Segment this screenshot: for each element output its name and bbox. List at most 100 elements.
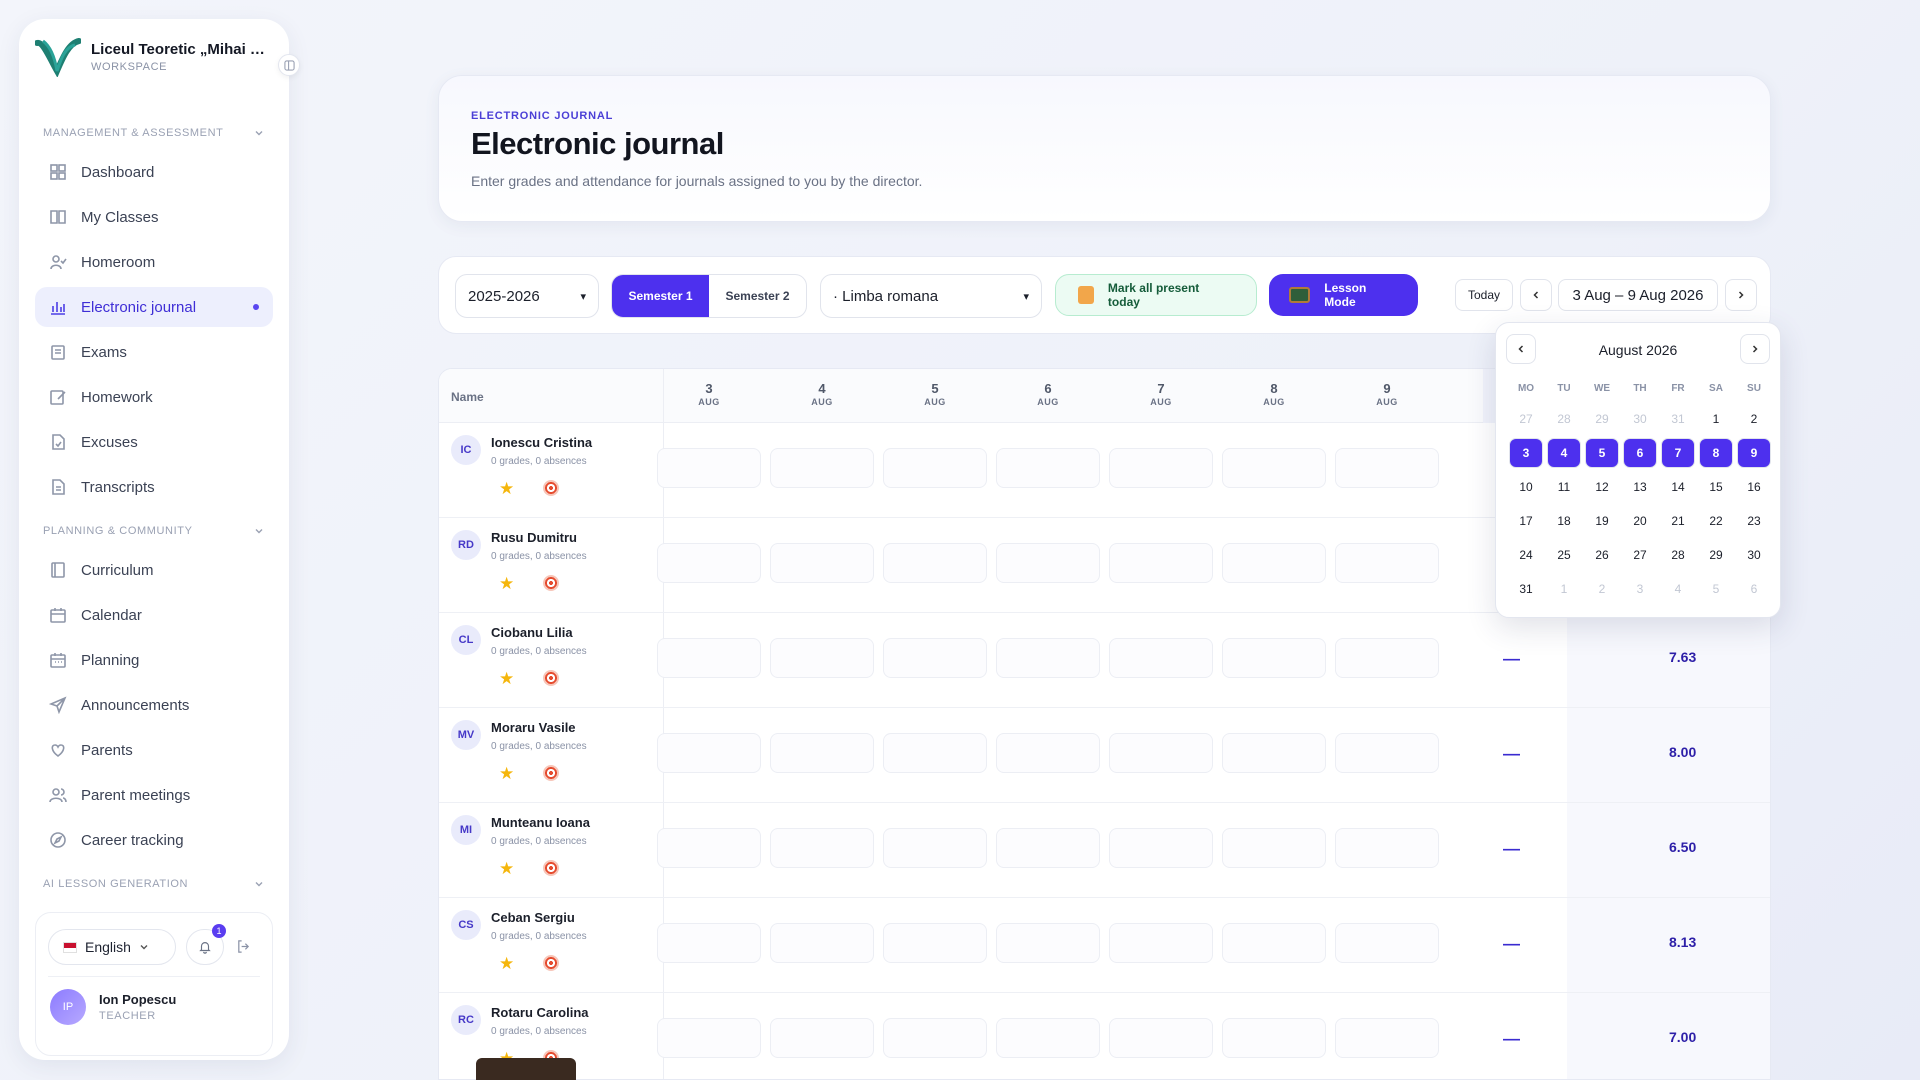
grade-cell[interactable] [1109, 448, 1213, 488]
calendar-day[interactable]: 29 [1585, 404, 1619, 434]
date-range-picker[interactable]: 3 Aug – 9 Aug 2026 [1558, 279, 1718, 311]
today-button[interactable]: Today [1455, 279, 1513, 311]
day-column-header[interactable]: 6 AUG [1028, 381, 1068, 407]
grade-cell[interactable] [770, 638, 874, 678]
grade-cell[interactable] [1109, 923, 1213, 963]
grade-cell[interactable] [996, 638, 1100, 678]
calendar-day[interactable]: 31 [1661, 404, 1695, 434]
grade-cell[interactable] [883, 1018, 987, 1058]
grade-cell[interactable] [1109, 543, 1213, 583]
calendar-day[interactable]: 10 [1509, 472, 1543, 502]
grade-cell[interactable] [657, 638, 761, 678]
day-column-header[interactable]: 5 AUG [915, 381, 955, 407]
sidebar-item-calendar[interactable]: Calendar [35, 595, 273, 635]
nav-section-header[interactable]: MANAGEMENT & ASSESSMENT [35, 114, 273, 152]
grade-cell[interactable] [1222, 638, 1326, 678]
grade-cell[interactable] [657, 733, 761, 773]
sidebar-item-transcripts[interactable]: Transcripts [35, 467, 273, 507]
sidebar-item-homeroom[interactable]: Homeroom [35, 242, 273, 282]
sidebar-item-career-tracking[interactable]: Career tracking [35, 820, 273, 860]
target-icon[interactable] [543, 765, 559, 781]
sidebar-item-parent-meetings[interactable]: Parent meetings [35, 775, 273, 815]
calendar-day[interactable]: 14 [1661, 472, 1695, 502]
grade-cell[interactable] [883, 638, 987, 678]
calendar-day[interactable]: 3 [1623, 574, 1657, 604]
calendar-day[interactable]: 19 [1585, 506, 1619, 536]
calendar-day[interactable]: 5 [1699, 574, 1733, 604]
grade-cell[interactable] [1109, 1018, 1213, 1058]
grade-cell[interactable] [770, 923, 874, 963]
calendar-day[interactable]: 30 [1623, 404, 1657, 434]
day-column-header[interactable]: 3 AUG [689, 381, 729, 407]
calendar-day[interactable]: 8 [1699, 438, 1733, 468]
grade-cell[interactable] [996, 733, 1100, 773]
calendar-day[interactable]: 21 [1661, 506, 1695, 536]
grade-cell[interactable] [657, 543, 761, 583]
grade-cell[interactable] [770, 828, 874, 868]
calendar-day[interactable]: 1 [1547, 574, 1581, 604]
calendar-day[interactable]: 5 [1585, 438, 1619, 468]
calendar-day[interactable]: 16 [1737, 472, 1771, 502]
grade-cell[interactable] [1222, 1018, 1326, 1058]
target-icon[interactable] [543, 575, 559, 591]
grade-cell[interactable] [1335, 638, 1439, 678]
calendar-day[interactable]: 6 [1737, 574, 1771, 604]
day-column-header[interactable]: 7 AUG [1141, 381, 1181, 407]
subject-select[interactable]: · Limba romana ▾ [820, 274, 1042, 318]
star-icon[interactable]: ★ [499, 764, 514, 784]
calendar-day[interactable]: 11 [1547, 472, 1581, 502]
sidebar-item-electronic-journal[interactable]: Electronic journal [35, 287, 273, 327]
grade-cell[interactable] [1335, 1018, 1439, 1058]
sidebar-item-my-classes[interactable]: My Classes [35, 197, 273, 237]
target-icon[interactable] [543, 670, 559, 686]
calendar-day[interactable]: 22 [1699, 506, 1733, 536]
calendar-day[interactable]: 13 [1623, 472, 1657, 502]
sidebar-item-curriculum[interactable]: Curriculum [35, 550, 273, 590]
calendar-day[interactable]: 4 [1661, 574, 1695, 604]
calendar-day[interactable]: 4 [1547, 438, 1581, 468]
calendar-day[interactable]: 6 [1623, 438, 1657, 468]
sidebar-item-planning[interactable]: Planning [35, 640, 273, 680]
calendar-day[interactable]: 2 [1737, 404, 1771, 434]
grade-cell[interactable] [1335, 733, 1439, 773]
star-icon[interactable]: ★ [499, 859, 514, 879]
calendar-day[interactable]: 31 [1509, 574, 1543, 604]
calendar-day[interactable]: 17 [1509, 506, 1543, 536]
calendar-day[interactable]: 25 [1547, 540, 1581, 570]
grade-cell[interactable] [883, 543, 987, 583]
calendar-day[interactable]: 2 [1585, 574, 1619, 604]
star-icon[interactable]: ★ [499, 479, 514, 499]
grade-cell[interactable] [1335, 543, 1439, 583]
next-month-button[interactable] [1740, 334, 1770, 364]
grade-cell[interactable] [996, 828, 1100, 868]
calendar-day[interactable]: 7 [1661, 438, 1695, 468]
student-name[interactable]: Ciobanu Lilia [491, 625, 573, 640]
grade-cell[interactable] [883, 448, 987, 488]
calendar-day[interactable]: 28 [1661, 540, 1695, 570]
grade-cell[interactable] [1222, 733, 1326, 773]
grade-cell[interactable] [1222, 923, 1326, 963]
sidebar-item-excuses[interactable]: Excuses [35, 422, 273, 462]
notifications-button[interactable]: 1 [186, 924, 226, 965]
grade-cell[interactable] [770, 448, 874, 488]
workspace-header[interactable]: Liceul Teoretic „Mihai Emi... WORKSPACE [35, 37, 271, 77]
grade-cell[interactable] [1222, 828, 1326, 868]
student-name[interactable]: Ceban Sergiu [491, 910, 575, 925]
sidebar-item-parents[interactable]: Parents [35, 730, 273, 770]
star-icon[interactable]: ★ [499, 669, 514, 689]
lesson-mode-button[interactable]: Lesson Mode [1269, 274, 1418, 316]
calendar-day[interactable]: 27 [1509, 404, 1543, 434]
sidebar-item-dashboard[interactable]: Dashboard [35, 152, 273, 192]
calendar-day[interactable]: 3 [1509, 438, 1543, 468]
prev-week-button[interactable] [1520, 279, 1552, 311]
calendar-day[interactable]: 12 [1585, 472, 1619, 502]
grade-cell[interactable] [657, 828, 761, 868]
grade-cell[interactable] [996, 448, 1100, 488]
calendar-day[interactable]: 29 [1699, 540, 1733, 570]
calendar-day[interactable]: 24 [1509, 540, 1543, 570]
calendar-day[interactable]: 23 [1737, 506, 1771, 536]
sidebar-item-homework[interactable]: Homework [35, 377, 273, 417]
calendar-day[interactable]: 20 [1623, 506, 1657, 536]
grade-cell[interactable] [770, 733, 874, 773]
target-icon[interactable] [543, 480, 559, 496]
